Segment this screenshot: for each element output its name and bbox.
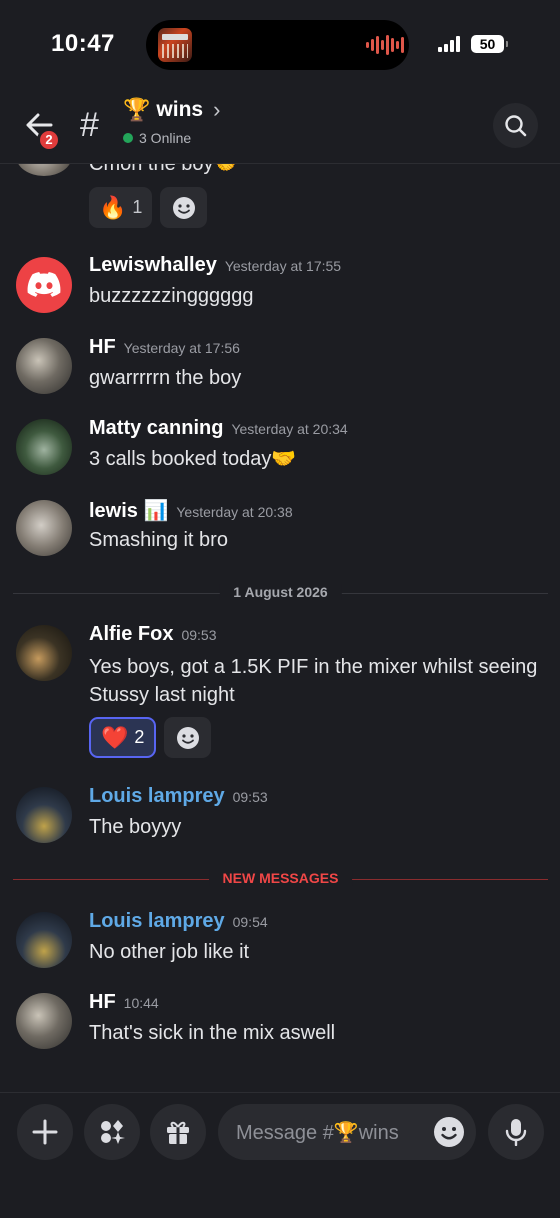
avatar[interactable] [16, 257, 72, 313]
avatar[interactable] [16, 787, 72, 843]
avatar[interactable] [16, 338, 72, 394]
now-playing-album-art[interactable] [158, 28, 192, 62]
message-item[interactable]: Cmon the boy🤝 🔥 1 [0, 164, 560, 236]
reaction-count: 1 [132, 197, 143, 217]
message-author[interactable]: HF [89, 336, 116, 359]
date-divider: 1 August 2026 [13, 584, 548, 604]
online-status: 3 Online [123, 130, 191, 146]
message-item[interactable]: lewis 📊 Yesterday at 20:38 Smashing it b… [0, 500, 560, 564]
message-text: buzzzzzzingggggg [89, 285, 254, 307]
discord-logo-icon [27, 272, 61, 297]
apps-button[interactable] [84, 1104, 140, 1160]
channel-title[interactable]: 🏆 wins › [123, 97, 220, 123]
message-timestamp: Yesterday at 17:55 [224, 258, 342, 274]
apps-sparkle-icon [101, 1120, 125, 1144]
message-text: The boyyy [89, 816, 182, 838]
message-author[interactable]: Alfie Fox [89, 623, 173, 646]
reaction-count: 2 [134, 727, 145, 747]
message-timestamp: 10:44 [123, 995, 159, 1011]
text-channel-hash-icon: # [80, 106, 99, 144]
search-icon [504, 114, 526, 136]
message-text: Smashing it bro [89, 529, 228, 551]
battery-indicator: 50 [471, 35, 508, 53]
message-author[interactable]: lewis 📊 [89, 498, 168, 523]
trophy-emoji: 🏆 [123, 97, 151, 122]
reaction-bar: ❤️ 2 [89, 717, 212, 758]
reaction-fire[interactable]: 🔥 1 [89, 187, 153, 228]
new-messages-divider: NEW MESSAGES [13, 870, 548, 890]
avatar[interactable] [16, 164, 72, 176]
smiley-icon [172, 196, 195, 219]
message-composer: Message #🏆wins [0, 1092, 560, 1218]
message-list[interactable]: Cmon the boy🤝 🔥 1 Lewiswhalley Yesterday… [0, 164, 560, 1092]
back-button[interactable]: 2 [20, 106, 61, 152]
message-item[interactable]: HF 10:44 That's sick in the mix aswell [0, 991, 560, 1057]
voice-message-button[interactable] [488, 1104, 544, 1160]
status-bar: 10:47 50 [0, 0, 560, 90]
message-timestamp: 09:53 [232, 789, 268, 805]
message-author[interactable]: Matty canning [89, 417, 223, 440]
message-author[interactable]: Louis lamprey [89, 785, 225, 808]
heart-emoji: ❤️ [101, 724, 129, 750]
gift-icon [167, 1121, 189, 1144]
avatar[interactable] [16, 993, 72, 1049]
cellular-signal-icon [438, 36, 460, 52]
message-text: No other job like it [89, 941, 250, 963]
message-item[interactable]: Matty canning Yesterday at 20:34 3 calls… [0, 417, 560, 483]
message-item[interactable]: Louis lamprey 09:54 No other job like it [0, 910, 560, 976]
chevron-right-icon: › [213, 97, 221, 122]
microphone-icon [505, 1119, 527, 1146]
message-author[interactable]: Lewiswhalley [89, 254, 217, 277]
message-text: Yes boys, got a 1.5K PIF in the mixer wh… [89, 656, 538, 706]
message-text: Cmon the boy🤝 [89, 164, 239, 175]
attach-button[interactable] [17, 1104, 73, 1160]
avatar[interactable] [16, 419, 72, 475]
message-input-placeholder: Message #🏆wins [236, 1122, 399, 1144]
message-timestamp: Yesterday at 17:56 [123, 340, 240, 356]
message-text: That's sick in the mix aswell [89, 1022, 336, 1044]
plus-icon [32, 1119, 58, 1145]
message-item[interactable]: Lewiswhalley Yesterday at 17:55 buzzzzzz… [0, 254, 560, 320]
avatar[interactable] [16, 912, 72, 968]
message-input[interactable]: Message #🏆wins [218, 1104, 476, 1160]
message-author[interactable]: HF [89, 991, 116, 1014]
avatar[interactable] [16, 625, 72, 681]
smiley-icon [176, 726, 199, 749]
channel-name: wins [156, 98, 204, 121]
emoji-picker-button[interactable] [432, 1115, 466, 1149]
status-time: 10:47 [51, 30, 115, 57]
online-dot-icon [123, 133, 133, 143]
message-item[interactable]: HF Yesterday at 17:56 gwarrrrrn the boy [0, 336, 560, 402]
reaction-bar: 🔥 1 [89, 187, 208, 228]
message-timestamp: 09:53 [181, 627, 217, 643]
new-messages-label: NEW MESSAGES [208, 870, 353, 886]
message-timestamp: 09:54 [232, 914, 268, 930]
message-item[interactable]: Louis lamprey 09:53 The boyyy [0, 785, 560, 851]
fire-emoji: 🔥 [99, 194, 127, 220]
dynamic-island[interactable] [146, 20, 409, 70]
date-divider-label: 1 August 2026 [219, 584, 342, 600]
message-timestamp: Yesterday at 20:38 [176, 504, 293, 520]
add-reaction-button[interactable] [164, 717, 212, 758]
gift-button[interactable] [150, 1104, 206, 1160]
online-count: 3 Online [139, 130, 192, 146]
avatar[interactable] [16, 500, 72, 556]
add-reaction-button[interactable] [160, 187, 208, 228]
unread-badge: 2 [37, 128, 61, 152]
message-item[interactable]: Alfie Fox 09:53 Yes boys, got a 1.5K PIF… [0, 623, 560, 765]
search-button[interactable] [493, 103, 538, 148]
message-text: gwarrrrrn the boy [89, 367, 242, 389]
smiley-icon [434, 1117, 464, 1147]
message-timestamp: Yesterday at 20:34 [231, 421, 348, 437]
reaction-heart[interactable]: ❤️ 2 [89, 717, 157, 758]
message-author[interactable]: Louis lamprey [89, 910, 225, 933]
channel-header: 2 # 🏆 wins › 3 Online [0, 90, 560, 164]
message-text: 3 calls booked today🤝 [89, 448, 297, 470]
audio-waveform-icon [366, 34, 404, 56]
